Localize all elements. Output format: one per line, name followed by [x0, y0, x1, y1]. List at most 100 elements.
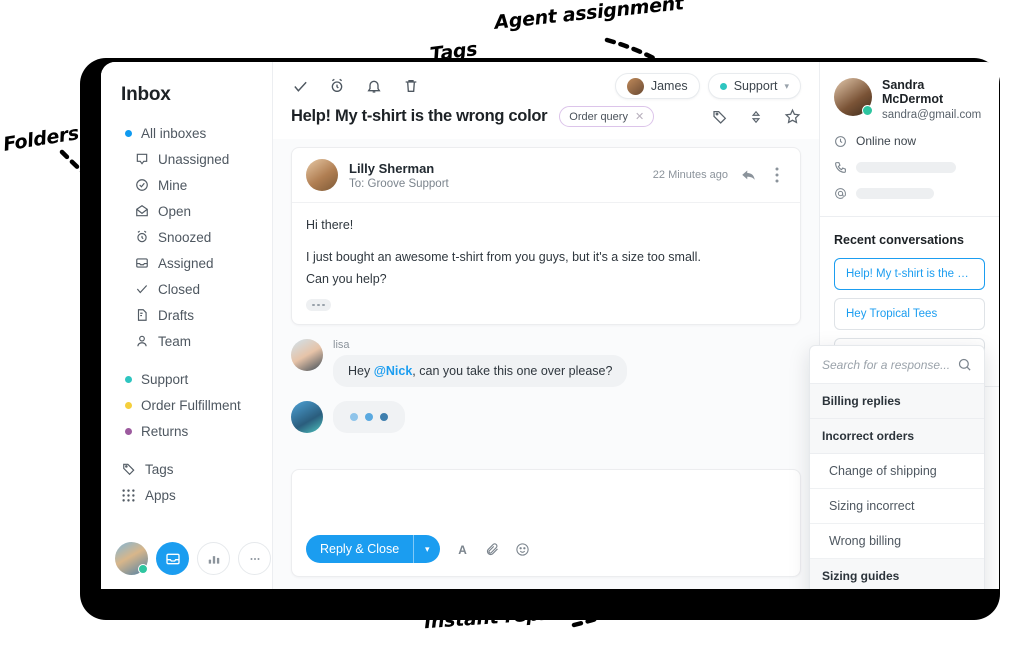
sidebar-folder-returns[interactable]: Returns [101, 418, 272, 444]
chat-icon [134, 152, 149, 167]
chat-message-nick-typing [291, 400, 801, 433]
chat-message-lisa: lisa Hey @Nick, can you take this one ov… [291, 338, 801, 387]
mailbox-pill[interactable]: Support ▾ [707, 73, 801, 99]
sidebar-item-label: Team [158, 333, 192, 349]
sidebar-item-assigned[interactable]: Assigned [101, 250, 272, 276]
response-search-row [810, 346, 984, 384]
handle-value-redacted [856, 188, 934, 199]
chat-bubble: Hey @Nick, can you take this one over pl… [333, 354, 628, 387]
reply-icon[interactable] [739, 166, 757, 184]
contact-status-row: Online now [834, 134, 985, 148]
sidebar-item-open[interactable]: Open [101, 198, 272, 224]
sidebar-folder-label: Returns [141, 423, 189, 439]
avatar [291, 338, 323, 371]
move-updown-icon[interactable] [747, 108, 765, 126]
sidebar-divider-2 [101, 444, 272, 456]
message-meta: Lilly Sherman To: Groove Support [349, 161, 449, 190]
avatar[interactable] [115, 542, 148, 575]
sidebar-item-snoozed[interactable]: Snoozed [101, 224, 272, 250]
timestamp: 22 Minutes ago [652, 169, 728, 181]
recipient-label: To: Groove Support [349, 177, 449, 190]
sidebar-item-apps[interactable]: Apps [101, 482, 272, 508]
message-line: I just bought an awesome t-shirt from yo… [306, 250, 701, 265]
more-vertical-icon[interactable] [768, 166, 786, 184]
draft-page-icon [134, 308, 149, 323]
contact-header: Sandra McDermot sandra@gmail.com [834, 78, 985, 121]
sidebar-item-drafts[interactable]: Drafts [101, 302, 272, 328]
avatar [291, 400, 323, 433]
bell-icon[interactable] [365, 77, 383, 95]
app-window: Inbox All inboxes Unassigned Mine Open S… [101, 62, 999, 589]
sidebar-folder-label: Order Fulfillment [141, 397, 241, 413]
dot-icon [719, 82, 727, 90]
tag-icon[interactable] [711, 108, 729, 126]
sidebar-item-label: Drafts [158, 307, 195, 323]
response-item-wrong-billing[interactable]: Wrong billing [810, 524, 984, 559]
sidebar-item-label: Closed [158, 281, 201, 297]
text-format-icon[interactable]: A [455, 542, 470, 557]
reply-button-label: Reply & Close [320, 542, 400, 556]
phone-icon [834, 161, 847, 174]
grid-apps-icon [121, 488, 136, 503]
sidebar-folder-order-fulfillment[interactable]: Order Fulfillment [101, 392, 272, 418]
search-icon[interactable] [957, 357, 972, 372]
chat-text-before: Hey [348, 363, 374, 378]
conversation-header-actions [711, 108, 801, 126]
tag-chip[interactable]: Order query ✕ [559, 106, 655, 127]
sidebar-item-label: All inboxes [141, 125, 207, 141]
chevron-down-icon[interactable]: ▾ [414, 535, 440, 563]
person-icon [134, 334, 149, 349]
attachment-icon[interactable] [485, 542, 500, 557]
reply-and-close-button[interactable]: Reply & Close ▾ [306, 535, 441, 563]
dot-icon [125, 129, 132, 137]
sidebar-item-mine[interactable]: Mine [101, 172, 272, 198]
recent-conversation-item[interactable]: Help! My t-shirt is the wr... [834, 258, 985, 290]
check-icon[interactable] [291, 77, 309, 95]
recent-conversation-item[interactable]: Hey Tropical Tees [834, 298, 985, 330]
reply-textarea[interactable] [292, 470, 800, 535]
instant-reply-dropdown: Billing replies Incorrect orders Change … [809, 345, 985, 589]
sidebar-item-closed[interactable]: Closed [101, 276, 272, 302]
chat-text-after: , can you take this one over please? [412, 363, 613, 378]
snooze-clock-icon[interactable] [328, 77, 346, 95]
message-line: Hi there! [306, 218, 354, 232]
trash-icon[interactable] [402, 77, 420, 95]
mention-link[interactable]: @Nick [374, 364, 413, 378]
star-icon[interactable] [783, 108, 801, 126]
toolbar-actions [291, 77, 420, 95]
reply-composer[interactable]: Reply & Close ▾ A [291, 469, 801, 577]
sidebar-folder-support[interactable]: Support [101, 366, 272, 392]
more-button[interactable] [238, 542, 271, 575]
response-group-billing-replies[interactable]: Billing replies [810, 384, 984, 419]
search-input[interactable] [822, 357, 957, 372]
assignee-avatar [626, 77, 644, 95]
annotation-agent-assignment: Agent assignment [493, 0, 685, 34]
conversation-header: Help! My t-shirt is the wrong color Orde… [273, 102, 819, 139]
clock-icon [834, 135, 847, 148]
response-group-sizing-guides[interactable]: Sizing guides [810, 559, 984, 589]
tag-icon [121, 462, 136, 477]
assignee-pill[interactable]: James [614, 73, 700, 99]
sidebar-item-tags[interactable]: Tags [101, 456, 272, 482]
emoji-icon[interactable] [515, 542, 530, 557]
sidebar-item-all-inboxes[interactable]: All inboxes [101, 120, 272, 146]
contact-name: Sandra McDermot [882, 78, 944, 106]
inbox-button[interactable] [156, 542, 189, 575]
toolbar-right: James Support ▾ [614, 73, 801, 99]
sidebar-item-label: Assigned [158, 255, 214, 271]
response-item-sizing-incorrect[interactable]: Sizing incorrect [810, 489, 984, 524]
sender-name: Lilly Sherman [349, 160, 435, 176]
sidebar-item-label: Unassigned [158, 151, 230, 167]
page-title: Help! My t-shirt is the wrong color [291, 107, 548, 125]
response-group-incorrect-orders[interactable]: Incorrect orders [810, 419, 984, 454]
sidebar-item-team[interactable]: Team [101, 328, 272, 354]
expand-quoted-text-button[interactable] [306, 299, 331, 312]
sidebar-item-unassigned[interactable]: Unassigned [101, 146, 272, 172]
close-icon[interactable]: ✕ [635, 110, 644, 123]
response-item-change-of-shipping[interactable]: Change of shipping [810, 454, 984, 489]
reports-button[interactable] [197, 542, 230, 575]
sidebar: Inbox All inboxes Unassigned Mine Open S… [101, 62, 273, 589]
phone-value-redacted [856, 162, 956, 173]
sidebar-item-label: Apps [145, 487, 176, 503]
status-badge: Online now [856, 134, 917, 148]
